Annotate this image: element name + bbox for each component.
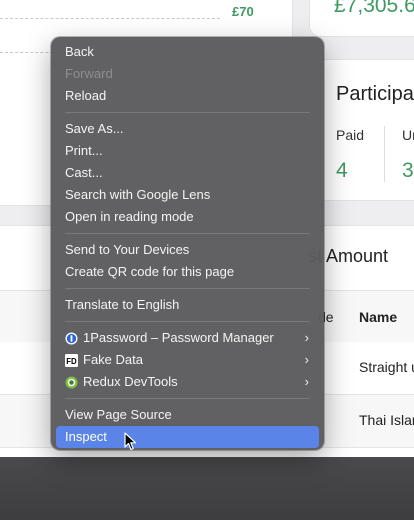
menu-separator [65,288,310,289]
paid-label: Paid [336,127,365,143]
fake-data-icon: FD [65,353,78,367]
context-menu: Back Forward Reload Save As... Print... … [51,37,324,450]
menu-separator [65,398,310,399]
menu-separator [65,321,310,322]
chevron-right-icon: › [304,352,309,367]
chart-gridline [0,18,220,19]
menu-item-view-source[interactable]: View Page Source [56,404,319,426]
table-cell-name: Straight u [359,359,414,375]
redux-devtools-icon [65,375,78,389]
total-card: £7,305.6 [310,0,414,36]
menu-item-label: Fake Data [83,352,143,367]
menu-item-forward: Forward [65,66,113,81]
unpaid-count: 3 [402,159,414,182]
column-header-name[interactable]: Name [359,309,397,325]
menu-item-reload[interactable]: Reload [56,85,319,107]
chevron-right-icon: › [304,330,309,345]
chevron-right-icon: › [304,374,309,389]
participants-title: Participa [336,83,414,105]
mouse-cursor-icon [124,432,137,451]
table-cell-name: Thai Islan [359,412,414,428]
menu-item-fake-data[interactable]: FD Fake Data › [56,349,319,371]
menu-item-back[interactable]: Back [56,41,319,63]
menu-item-inspect[interactable]: Inspect [56,426,319,448]
unpaid-label: Ur [402,127,414,143]
menu-separator [65,233,310,234]
paid-count: 4 [336,159,348,182]
divider [384,126,385,182]
menu-separator [65,112,310,113]
amount-label: £70 [232,4,254,19]
menu-item-cast[interactable]: Cast... [56,162,319,184]
menu-item-send-to-devices[interactable]: Send to Your Devices [56,239,319,261]
menu-item-qr-code[interactable]: Create QR code for this page [56,261,319,283]
total-amount: £7,305.6 [334,0,414,17]
menu-item-label: Redux DevTools [83,374,178,389]
1password-icon [65,331,78,345]
menu-item-google-lens[interactable]: Search with Google Lens [56,184,319,206]
menu-item-save-as[interactable]: Save As... [56,118,319,140]
menu-item-translate[interactable]: Translate to English [56,294,319,316]
participants-card: Participa Paid 4 Ur 3 [310,60,414,200]
menu-item-reading-mode[interactable]: Open in reading mode [56,206,319,228]
taskbar [0,457,414,520]
menu-item-print[interactable]: Print... [56,140,319,162]
menu-item-redux-devtools[interactable]: Redux DevTools › [56,371,319,393]
menu-item-label: 1Password – Password Manager [83,330,274,345]
svg-text:FD: FD [66,356,77,365]
menu-item-1password[interactable]: 1Password – Password Manager › [56,327,319,349]
